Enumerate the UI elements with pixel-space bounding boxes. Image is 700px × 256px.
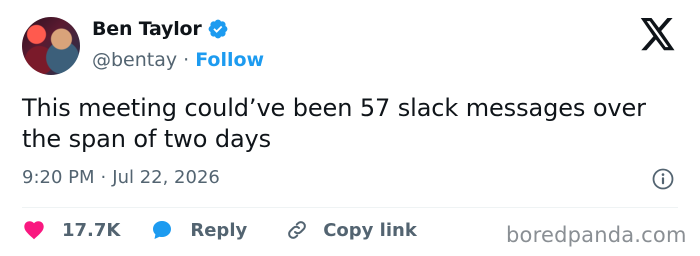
action-bar: 17.7K Reply Copy link	[22, 216, 417, 244]
link-icon	[288, 221, 307, 239]
meta-separator: ·	[100, 167, 107, 188]
like-button[interactable]: 17.7K	[22, 218, 120, 242]
like-count: 17.7K	[62, 219, 121, 241]
author-name[interactable]: Ben Taylor	[92, 18, 202, 40]
tweet-time[interactable]: 9:20 PM	[22, 167, 95, 188]
copy-link-button[interactable]: Copy link	[285, 218, 417, 242]
verified-badge-icon	[208, 19, 227, 39]
heart-icon	[24, 221, 44, 240]
author-handle-row: @bentay · Follow	[92, 49, 264, 71]
divider	[22, 207, 678, 208]
avatar[interactable]	[22, 17, 80, 75]
handle-separator: ·	[183, 49, 190, 71]
author-name-row: Ben Taylor	[92, 18, 229, 40]
tweet-text: This meeting could’ve been 57 slack mess…	[22, 94, 646, 153]
tweet-date[interactable]: Jul 22, 2026	[112, 167, 220, 188]
info-icon[interactable]	[651, 167, 675, 191]
reply-bubble-icon	[153, 221, 172, 239]
reply-label: Reply	[190, 219, 248, 241]
tweet-meta: 9:20 PM · Jul 22, 2026	[22, 167, 220, 188]
copy-link-label: Copy link	[323, 219, 417, 241]
x-logo-icon[interactable]	[640, 18, 676, 51]
author-handle[interactable]: @bentay	[92, 49, 177, 71]
follow-button[interactable]: Follow	[195, 49, 264, 71]
reply-button[interactable]: Reply	[150, 218, 247, 242]
watermark: boredpanda.com	[506, 223, 687, 247]
